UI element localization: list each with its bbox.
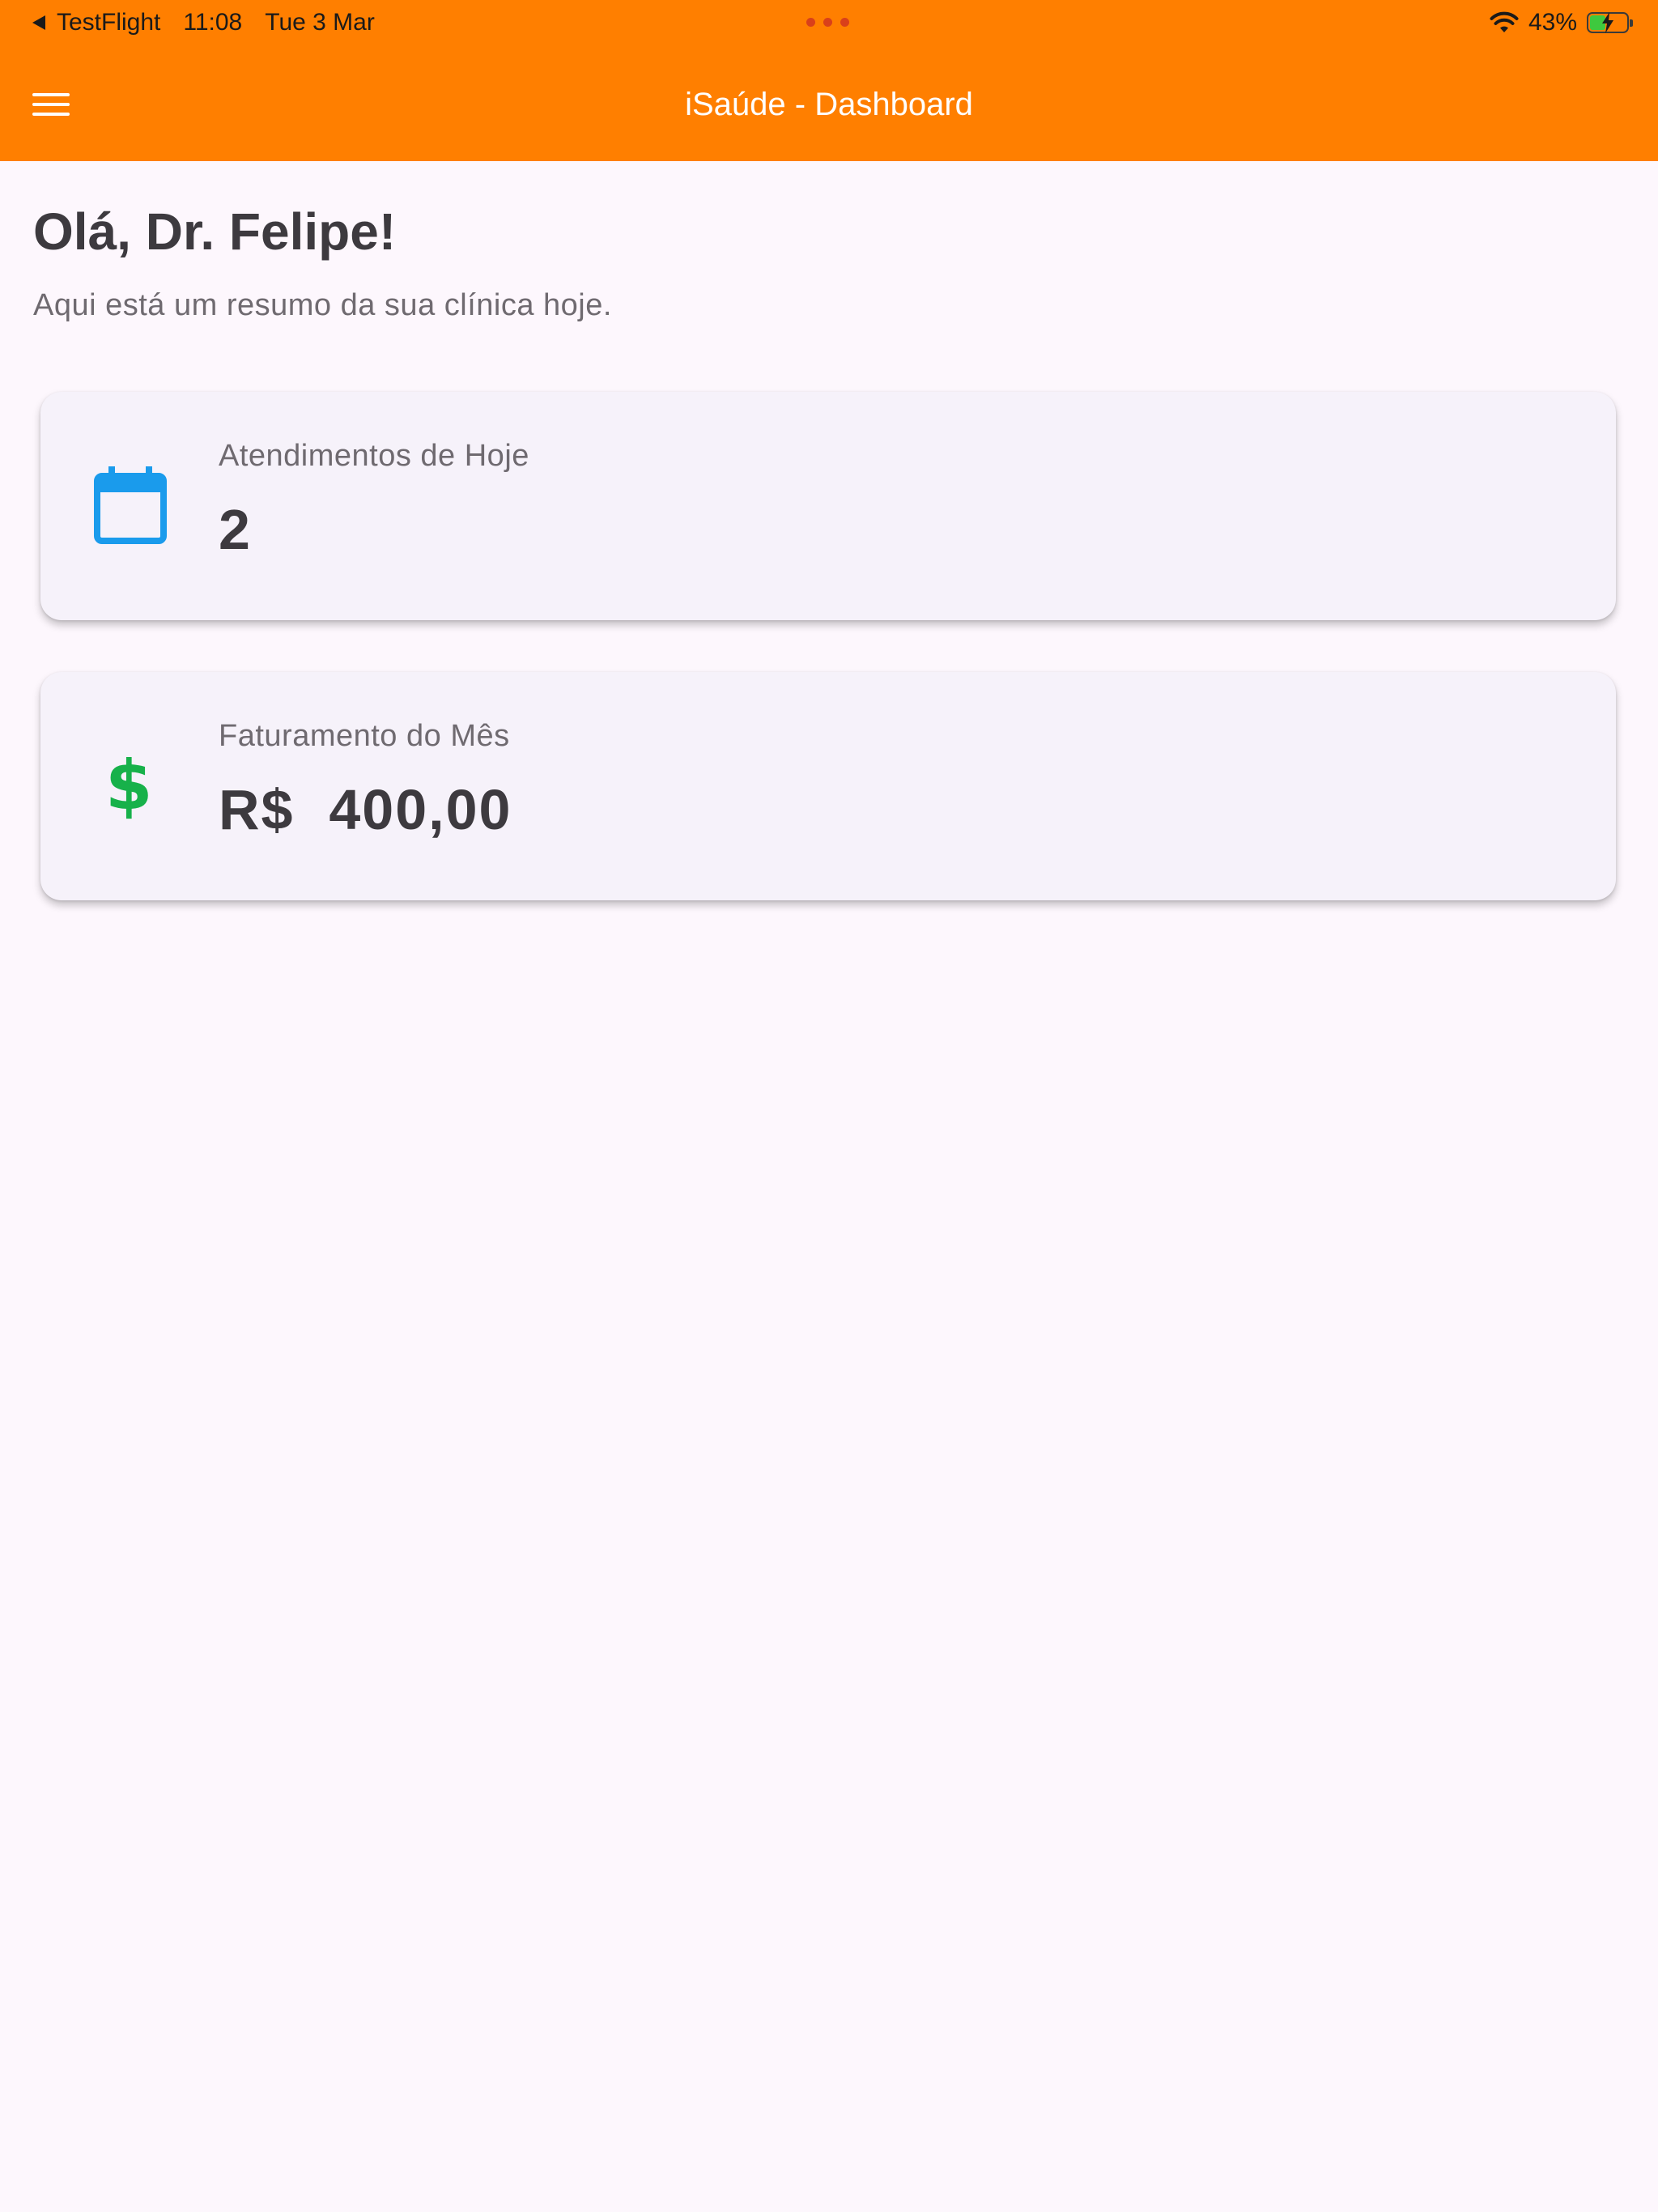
wifi-icon bbox=[1490, 11, 1519, 32]
appointments-today-card[interactable]: Atendimentos de Hoje 2 bbox=[40, 392, 1616, 620]
card-label: Faturamento do Mês bbox=[219, 719, 510, 753]
card-value: R$ 400,00 bbox=[219, 778, 512, 841]
multitasking-dots-icon[interactable] bbox=[806, 18, 849, 27]
charging-bolt-icon bbox=[1602, 12, 1613, 33]
status-bar: TestFlight 11:08 Tue 3 Mar 43% bbox=[0, 0, 1658, 49]
status-date: Tue 3 Mar bbox=[265, 9, 375, 36]
status-left[interactable]: TestFlight 11:08 Tue 3 Mar bbox=[32, 9, 375, 36]
app-bar-title: iSaúde - Dashboard bbox=[685, 87, 973, 122]
dollar-icon: $ bbox=[105, 746, 153, 825]
greeting-heading: Olá, Dr. Felipe! bbox=[33, 202, 397, 261]
battery-percent: 43% bbox=[1528, 9, 1577, 36]
greeting-subtitle: Aqui está um resumo da sua clínica hoje. bbox=[33, 288, 612, 322]
calendar-icon bbox=[94, 466, 167, 544]
status-right: 43% bbox=[1490, 9, 1633, 36]
monthly-revenue-card[interactable]: $ Faturamento do Mês R$ 400,00 bbox=[40, 672, 1616, 900]
card-value: 2 bbox=[219, 498, 252, 561]
app-bar: iSaúde - Dashboard bbox=[0, 49, 1658, 161]
status-time: 11:08 bbox=[183, 9, 243, 36]
card-label: Atendimentos de Hoje bbox=[219, 439, 529, 473]
app-header: TestFlight 11:08 Tue 3 Mar 43% iSaúde - … bbox=[0, 0, 1658, 161]
back-app-name[interactable]: TestFlight bbox=[57, 9, 160, 36]
back-arrow-icon[interactable] bbox=[32, 15, 45, 30]
battery-icon bbox=[1587, 12, 1633, 33]
